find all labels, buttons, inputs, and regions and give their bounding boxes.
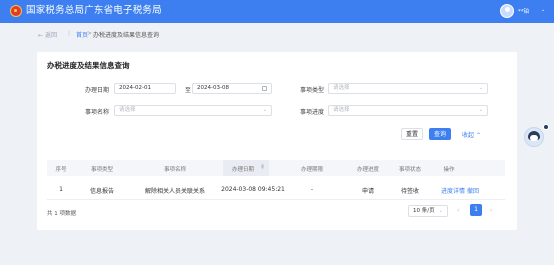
matter-type-select[interactable]: 请选择 ⌄ — [328, 83, 488, 94]
column-header: 序号 — [55, 167, 67, 173]
matter-type-label: 事项类型 — [299, 87, 324, 94]
user-name[interactable]: **铂 — [518, 7, 529, 15]
column-header: 操作 — [443, 167, 455, 173]
column-header-sortable[interactable]: 办理日期 — [223, 165, 263, 173]
total-count: 共 1 项数据 — [47, 211, 76, 217]
current-page-button[interactable]: 1 — [470, 204, 482, 216]
date-to-input[interactable]: 2024-03-08 — [192, 83, 272, 94]
chevron-down-icon: ⌄ — [478, 85, 483, 91]
date-range-separator: 至 — [185, 87, 192, 94]
assistant-robot-icon[interactable] — [524, 127, 544, 147]
table-cell-actions: 进度详情 撤回 — [441, 186, 479, 195]
table-cell-index: 1 — [59, 186, 63, 193]
page-title: 办税进度及结果信息查询 — [47, 61, 130, 70]
table-cell-deadline: - — [310, 186, 314, 193]
progress-detail-link[interactable]: 进度详情 — [441, 188, 465, 195]
next-page-button[interactable]: › — [490, 207, 492, 214]
breadcrumb-separator: > — [87, 30, 93, 37]
matter-name-label: 事项名称 — [84, 109, 109, 116]
site-title: 国家税务总局广东省电子税务局 — [26, 5, 162, 16]
chevron-down-icon: ⌄ — [478, 107, 483, 113]
collapse-toggle[interactable]: 收起 ⌃ — [462, 130, 481, 139]
date-label: 办理日期 — [84, 87, 109, 94]
row-divider — [47, 199, 505, 200]
divider: | — [68, 30, 71, 37]
chevron-down-icon: ⌄ — [262, 107, 267, 113]
matter-progress-label: 事项进度 — [299, 109, 324, 116]
matter-progress-select[interactable]: 请选择 ⌄ — [328, 105, 488, 116]
column-header: 办理期限 — [300, 167, 323, 173]
query-button[interactable]: 查询 — [429, 128, 451, 140]
chevron-up-icon: ⌃ — [475, 132, 481, 139]
column-header: 事项名称 — [163, 167, 186, 173]
tax-emblem-icon — [10, 5, 22, 17]
calendar-icon — [262, 86, 267, 91]
column-header: 办理进度 — [356, 167, 379, 173]
table-cell-type: 信息报告 — [89, 188, 114, 195]
sort-icon[interactable]: ▲ ▼ — [261, 163, 264, 170]
matter-name-select[interactable]: 请选择 ⌄ — [114, 105, 272, 116]
breadcrumb-current: 办税进度及结果信息查询 — [93, 32, 160, 39]
chevron-down-icon[interactable]: ⌄ — [541, 7, 545, 13]
table-cell-name: 解除相关人员关联关系 — [145, 188, 206, 195]
chevron-down-icon: ⌄ — [438, 208, 443, 214]
table-cell-date: 2024-03-08 09:45:21 — [221, 186, 285, 193]
user-avatar-icon[interactable] — [500, 4, 514, 18]
date-from-input[interactable]: 2024-02-01 — [114, 83, 176, 94]
page-size-select[interactable]: 10 条/页 ⌄ — [408, 205, 448, 217]
query-card: 办税进度及结果信息查询 办理日期 2024-02-01 至 2024-03-08… — [37, 52, 517, 230]
back-link[interactable]: ← 返回 — [38, 30, 57, 39]
table-cell-status: 待签收 — [400, 188, 419, 195]
table-cell-progress: 申请 — [361, 188, 374, 195]
column-header: 事项状态 — [398, 167, 421, 173]
assistant-badge-icon[interactable] — [543, 124, 549, 130]
prev-page-button[interactable]: ‹ — [457, 207, 459, 214]
column-header: 事项类型 — [90, 167, 113, 173]
withdraw-link[interactable]: 撤回 — [467, 188, 479, 195]
reset-button[interactable]: 重置 — [401, 128, 423, 140]
